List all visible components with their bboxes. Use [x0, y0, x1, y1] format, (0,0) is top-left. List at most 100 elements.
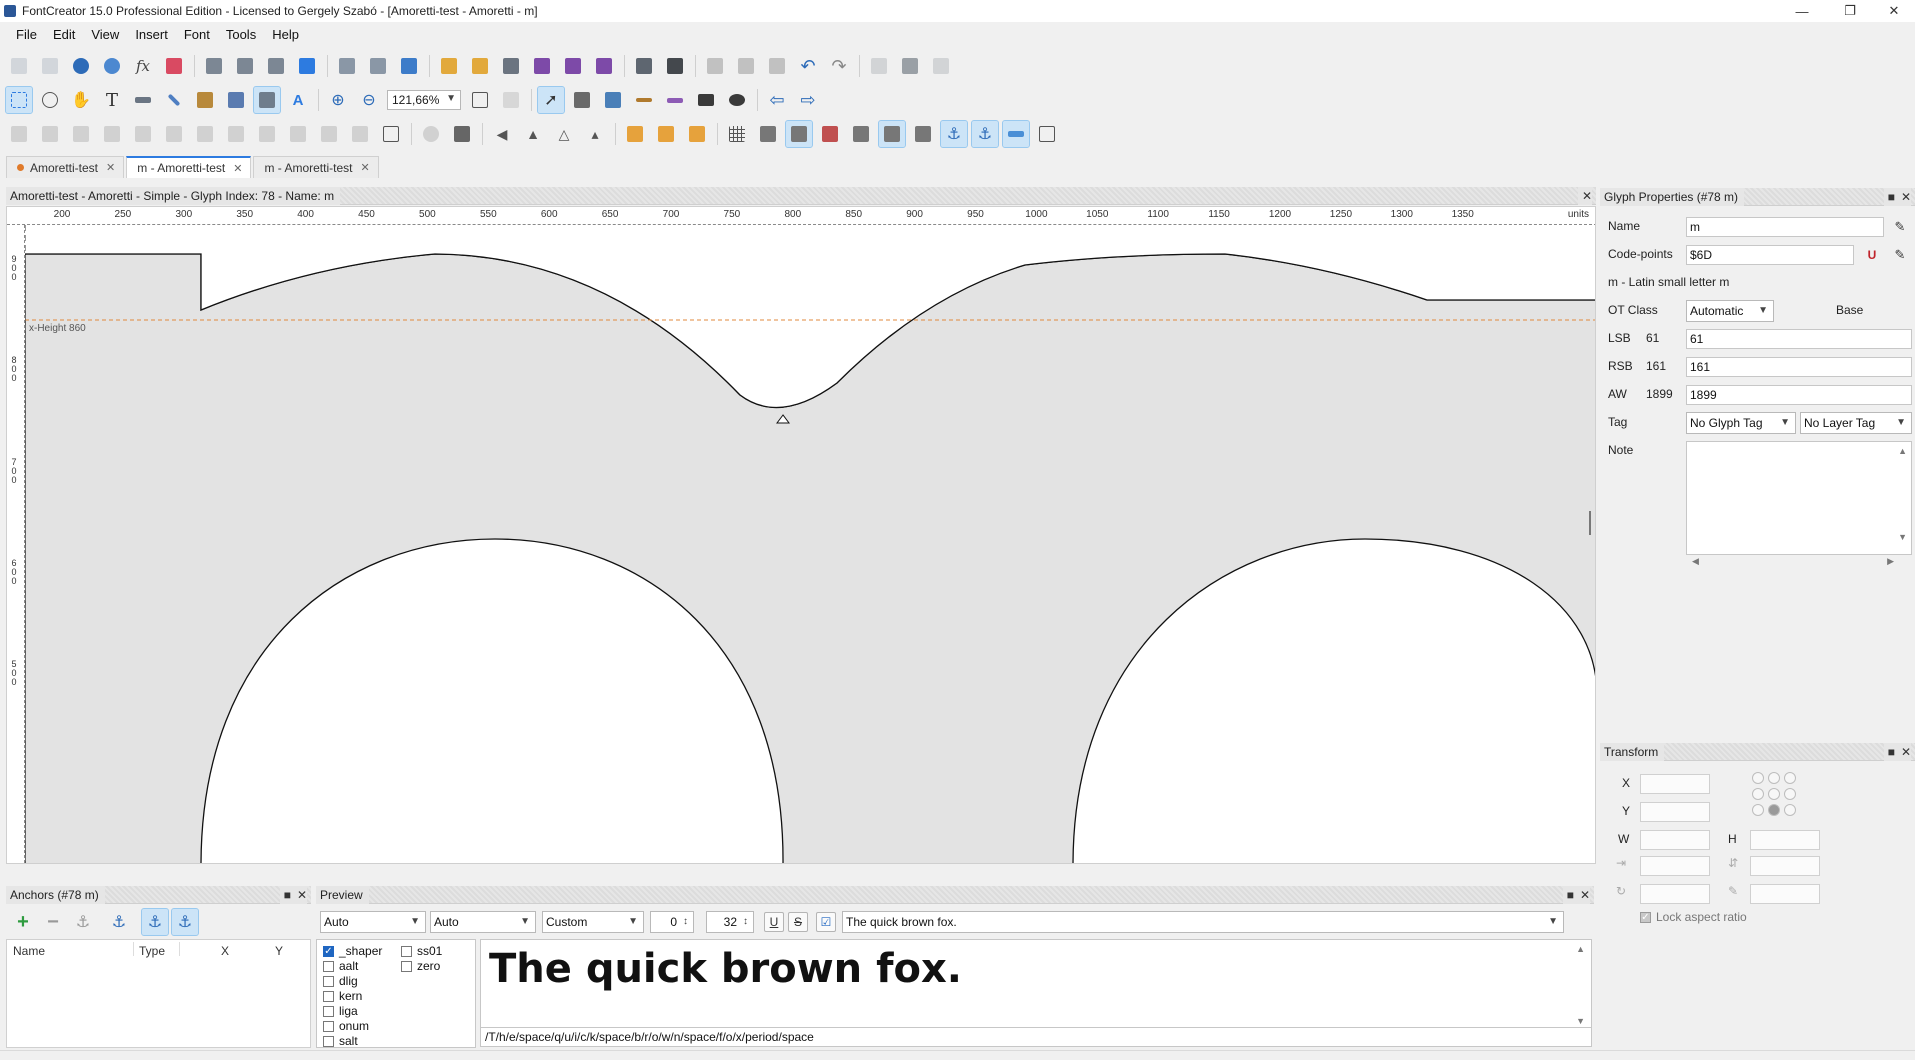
zoom-in-icon[interactable]: ⊕ — [325, 87, 351, 113]
pivot-top-right[interactable] — [1784, 772, 1796, 784]
pin-icon[interactable]: ■ — [284, 888, 291, 902]
feature-zero[interactable]: zero — [401, 959, 440, 973]
preview-text-input[interactable]: The quick brown fox. ▼ — [842, 911, 1564, 933]
close-icon[interactable]: ✕ — [106, 161, 115, 174]
pin-icon[interactable]: ■ — [1888, 745, 1895, 759]
underline-toggle[interactable]: U — [764, 912, 784, 932]
curve-icon[interactable] — [1002, 120, 1030, 148]
close-icon[interactable]: ✕ — [360, 161, 369, 174]
preview-render-area[interactable]: The quick brown fox. ▲ ▼ — [480, 939, 1592, 1031]
menu-view[interactable]: View — [83, 24, 127, 46]
feature-checkbox[interactable] — [323, 1020, 334, 1032]
tab-glyph-m[interactable]: m - Amoretti-test ✕ — [253, 156, 379, 178]
align-middle-icon[interactable] — [254, 121, 280, 147]
image-view-icon[interactable] — [223, 87, 249, 113]
horizontal-ruler[interactable]: units 200 250 300 350 400 450 500 550 600 650 700 7… — [7, 207, 1595, 225]
feature-checkbox[interactable] — [401, 960, 412, 972]
save-as-icon[interactable] — [591, 53, 617, 79]
minimize-button[interactable]: — — [1780, 0, 1824, 22]
glyph-box-icon[interactable] — [378, 121, 404, 147]
feature-checkbox[interactable] — [323, 1035, 334, 1047]
feature-onum[interactable]: onum — [323, 1019, 369, 1033]
editor-scroll-handle[interactable] — [1589, 511, 1591, 535]
pencil-tool-icon[interactable] — [161, 87, 187, 113]
pivot-center[interactable] — [1768, 788, 1780, 800]
ungroup-icon[interactable] — [37, 121, 63, 147]
pivot-bottom-right[interactable] — [1784, 804, 1796, 816]
validate-icon[interactable] — [294, 53, 320, 79]
components-icon[interactable] — [1034, 121, 1060, 147]
skew-h-field[interactable] — [1640, 856, 1710, 876]
undo-icon[interactable]: ↶ — [795, 53, 821, 79]
previous-glyph-icon[interactable]: ⇦ — [764, 87, 790, 113]
font-file-icon[interactable] — [498, 53, 524, 79]
link-icon[interactable] — [68, 53, 94, 79]
skew-icon[interactable] — [449, 121, 475, 147]
page-icon[interactable] — [866, 53, 892, 79]
glyph-name-field[interactable]: m — [1686, 217, 1884, 237]
add-glyph-button[interactable] — [37, 53, 63, 79]
next-glyph-icon[interactable]: ⇨ — [795, 87, 821, 113]
note-hscrollbar[interactable]: ◀ ▶ — [1686, 555, 1912, 569]
select-tool-icon[interactable] — [5, 86, 33, 114]
anchor-visible-icon[interactable]: ⚓ — [141, 908, 169, 936]
print-icon[interactable] — [631, 53, 657, 79]
new-file-icon[interactable] — [436, 53, 462, 79]
mirror-icon[interactable]: △ — [551, 121, 577, 147]
aw-field[interactable]: 1899 — [1686, 385, 1912, 405]
eraser-icon[interactable] — [161, 53, 187, 79]
grid-icon[interactable] — [724, 121, 750, 147]
feature-checkbox[interactable] — [323, 975, 334, 987]
distribute-h-icon[interactable] — [316, 121, 342, 147]
close-icon[interactable]: ✕ — [297, 888, 307, 902]
rectangle-tool-icon[interactable] — [693, 87, 719, 113]
pivot-middle-left[interactable] — [1752, 788, 1764, 800]
pivot-top-center[interactable] — [1768, 772, 1780, 784]
knife-tool-icon[interactable] — [631, 87, 657, 113]
group-icon[interactable] — [6, 121, 32, 147]
pivot-bottom-left[interactable] — [1752, 804, 1764, 816]
zoom-out-icon[interactable]: ⊖ — [356, 87, 382, 113]
union-icon[interactable] — [622, 121, 648, 147]
tab-font-overview[interactable]: Amoretti-test ✕ — [6, 156, 125, 178]
slant-field[interactable] — [1750, 884, 1820, 904]
grid-lock-icon[interactable] — [848, 121, 874, 147]
paste-icon[interactable] — [764, 53, 790, 79]
zoom-fit-icon[interactable] — [467, 87, 493, 113]
align-bottom-icon[interactable] — [285, 121, 311, 147]
layer-tag-select[interactable]: No Layer Tag ▼ — [1800, 412, 1912, 434]
anchor-add-icon[interactable]: ⚓ — [106, 909, 132, 935]
align-right-icon[interactable] — [192, 121, 218, 147]
new-glyph-button[interactable] — [6, 53, 32, 79]
node-tool-icon[interactable] — [569, 87, 595, 113]
anchor-lock-icon[interactable]: ⚓ — [171, 908, 199, 936]
transform-y-field[interactable] — [1640, 802, 1710, 822]
preview-language-select[interactable]: Auto ▼ — [430, 911, 536, 933]
transform-h-field[interactable] — [1750, 830, 1820, 850]
add-anchor-icon[interactable]: + — [10, 909, 36, 935]
scroll-down-icon[interactable]: ▼ — [1576, 1016, 1585, 1026]
formula-icon[interactable]: fx — [130, 53, 156, 79]
find-icon[interactable] — [662, 53, 688, 79]
snap-grid-icon[interactable] — [785, 120, 813, 148]
feature-salt[interactable]: salt — [323, 1034, 358, 1048]
close-icon[interactable]: ✕ — [1901, 745, 1911, 759]
align-left-icon[interactable] — [130, 121, 156, 147]
stepper-icon[interactable]: ↕ — [683, 912, 688, 932]
measure-tool-icon[interactable] — [130, 87, 156, 113]
menu-file[interactable]: File — [8, 24, 45, 46]
pivot-middle-right[interactable] — [1784, 788, 1796, 800]
zoom-select[interactable]: 121,66% ▼ — [387, 90, 461, 110]
close-icon[interactable]: ✕ — [233, 162, 242, 175]
pointer-tool-icon[interactable]: ➚ — [537, 86, 565, 114]
outline-view-icon[interactable] — [253, 86, 281, 114]
pin-icon[interactable]: ■ — [1567, 888, 1574, 902]
glyph-properties-icon[interactable] — [201, 53, 227, 79]
test-font-icon[interactable] — [334, 53, 360, 79]
glyph-editor[interactable]: units 200 250 300 350 400 450 500 550 600 650 700 7… — [6, 206, 1596, 864]
transform-w-field[interactable] — [1640, 830, 1710, 850]
vertical-ruler[interactable]: 900 800 700 600 500 — [7, 225, 25, 863]
text-template-icon[interactable] — [263, 53, 289, 79]
flip-vertical-icon[interactable]: ▲ — [520, 121, 546, 147]
feature-checkbox[interactable] — [401, 945, 412, 957]
